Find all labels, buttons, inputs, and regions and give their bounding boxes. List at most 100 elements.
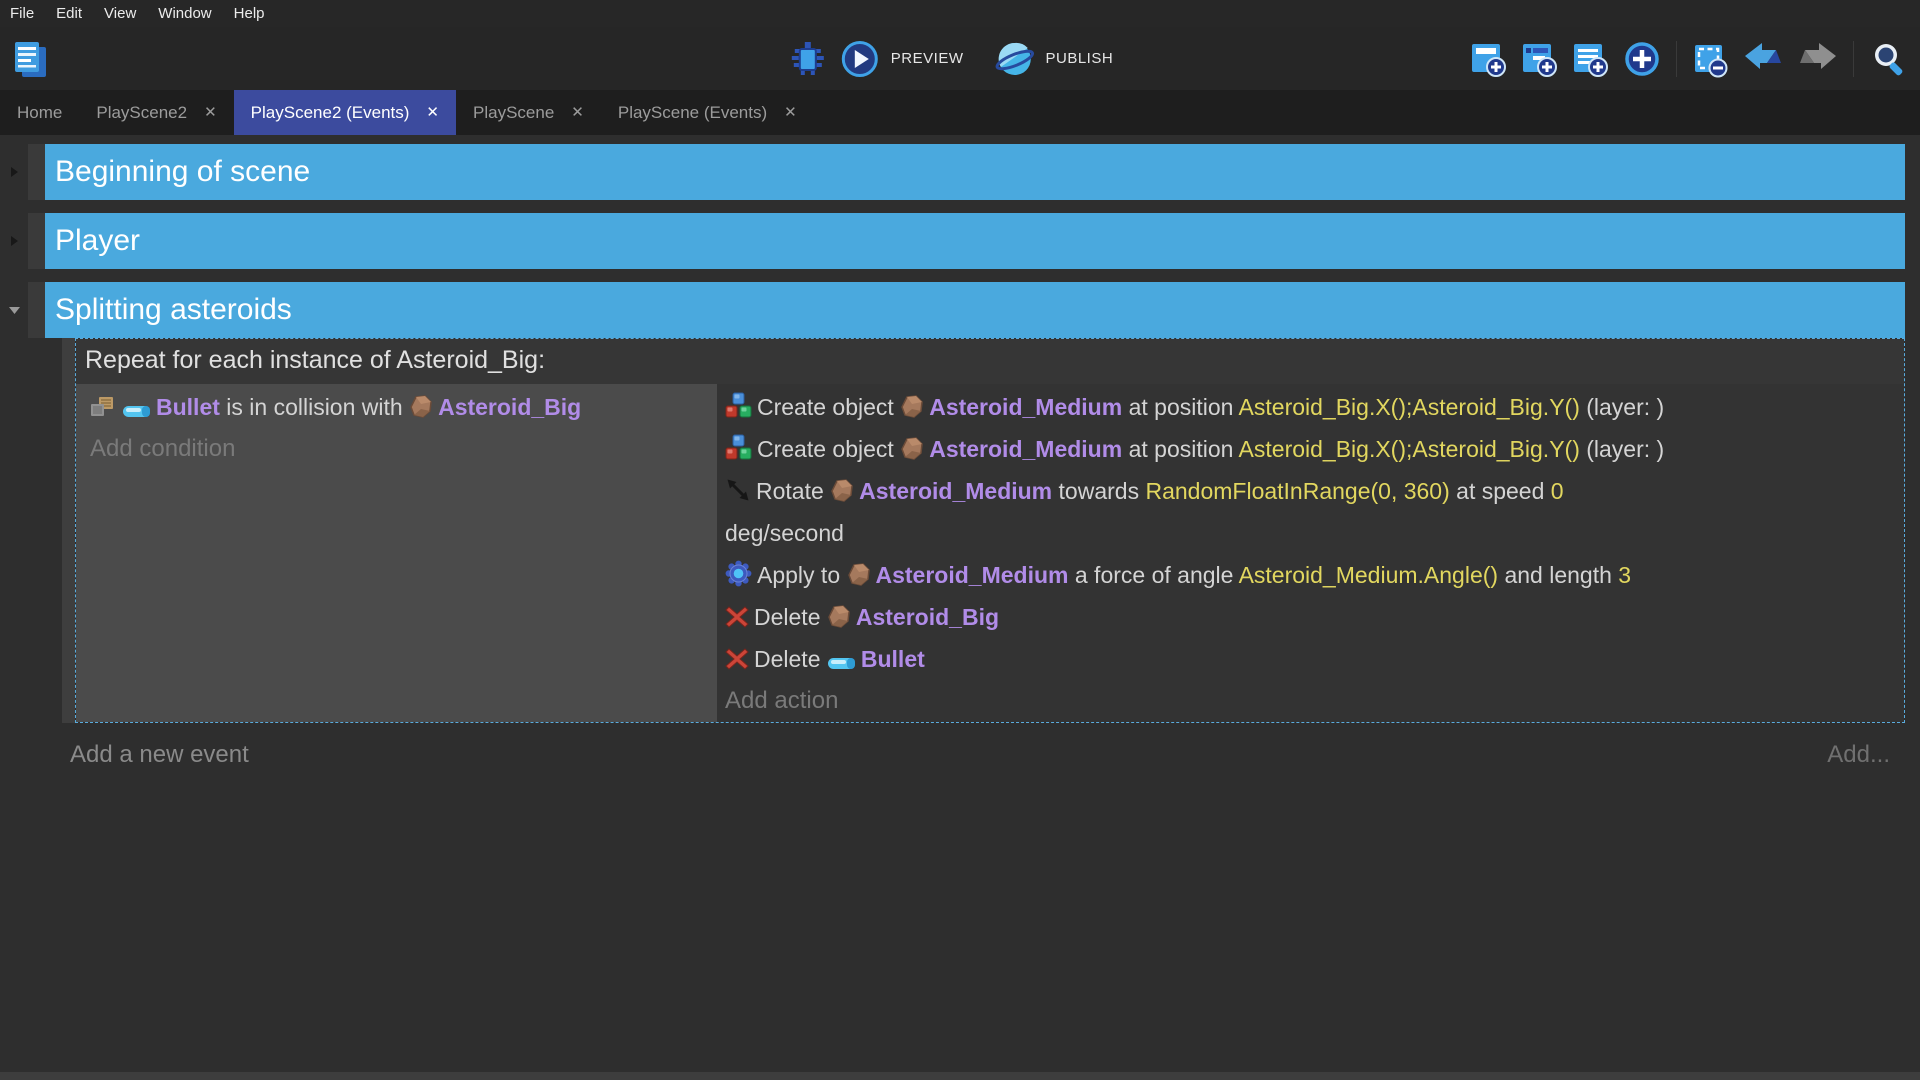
event-group-splitting-asteroids: Splitting asteroids: [0, 282, 1905, 338]
text-segment: Asteroid_Big: [438, 394, 581, 420]
action-row[interactable]: Apply to Asteroid_Medium a force of angl…: [717, 554, 1904, 596]
sub-event-spacer: [0, 338, 62, 723]
tab-label: PlayScene (Events): [618, 103, 767, 123]
sub-event-row: Repeat for each instance of Asteroid_Big…: [0, 338, 1905, 723]
text-segment: Asteroid_Medium: [929, 436, 1122, 462]
menu-bar: FileEditViewWindowHelp: [0, 0, 1920, 27]
text-segment: (layer: ): [1580, 436, 1664, 462]
text-segment: 0: [1551, 478, 1564, 504]
add-circle-icon[interactable]: [1620, 37, 1664, 81]
preview-play-icon[interactable]: [838, 37, 882, 81]
close-icon[interactable]: ✕: [426, 105, 439, 120]
group-bar-title[interactable]: Splitting asteroids: [45, 282, 1905, 338]
asteroid-icon: [900, 395, 924, 419]
project-manager-icon[interactable]: [8, 37, 52, 81]
delete-icon: [725, 647, 749, 671]
close-icon[interactable]: ✕: [204, 105, 217, 120]
tab-bar: HomePlayScene2✕PlayScene2 (Events)✕PlayS…: [0, 90, 1920, 135]
text-segment: at speed: [1450, 478, 1551, 504]
tab-home[interactable]: Home: [0, 90, 79, 135]
menu-item-view[interactable]: View: [93, 3, 147, 24]
tab-playscene2-events[interactable]: PlayScene2 (Events)✕: [234, 90, 456, 135]
toolbar-right: [1467, 37, 1920, 81]
group-bar-title[interactable]: Player: [45, 213, 1905, 269]
text-segment: deg/second: [725, 520, 844, 546]
sub-event-indent: [62, 338, 75, 723]
close-icon[interactable]: ✕: [571, 105, 584, 120]
text-segment: towards: [1052, 478, 1145, 504]
triangle-down-icon[interactable]: [0, 282, 28, 338]
text-segment: Asteroid_Medium: [859, 478, 1052, 504]
action-row[interactable]: Create object Asteroid_Medium at positio…: [717, 428, 1904, 470]
text-segment: RandomFloatInRange(0, 360): [1145, 478, 1449, 504]
text-segment: and length: [1498, 562, 1618, 588]
text-segment: Delete: [754, 604, 827, 630]
text-segment: (layer: ): [1580, 394, 1664, 420]
repeat-event-header[interactable]: Repeat for each instance of Asteroid_Big…: [76, 339, 1904, 384]
text-segment: a force of angle: [1068, 562, 1238, 588]
search-icon[interactable]: [1866, 37, 1912, 81]
triangle-right-icon[interactable]: [0, 144, 28, 200]
text-segment: Bullet: [156, 394, 220, 420]
tab-label: PlayScene: [473, 103, 554, 123]
tab-label: Home: [17, 103, 62, 123]
toolbar-separator: [1853, 41, 1854, 77]
menu-item-help[interactable]: Help: [223, 3, 276, 24]
text-segment: Asteroid_Medium.Angle(): [1239, 562, 1499, 588]
conditions-column: Bullet is in collision with Asteroid_Big…: [76, 384, 717, 722]
close-icon[interactable]: ✕: [784, 105, 797, 120]
add-subevent-icon[interactable]: [1518, 38, 1560, 80]
event-group-player: Player: [0, 213, 1905, 269]
add-action-button[interactable]: Add action: [717, 680, 1904, 722]
publish-button[interactable]: PUBLISH: [1045, 50, 1113, 67]
group-indent: [28, 144, 45, 200]
action-row[interactable]: Delete Asteroid_Big: [717, 596, 1904, 638]
debug-icon[interactable]: [787, 38, 829, 80]
text-segment: Asteroid_Big: [856, 604, 999, 630]
text-segment: Create object: [757, 436, 900, 462]
repeat-event-selected[interactable]: Repeat for each instance of Asteroid_Big…: [75, 338, 1905, 723]
group-bar-title[interactable]: Beginning of scene: [45, 144, 1905, 200]
preview-button[interactable]: PREVIEW: [891, 50, 964, 67]
action-row[interactable]: Rotate Asteroid_Medium towards RandomFlo…: [717, 470, 1904, 554]
tab-playscene[interactable]: PlayScene ✕: [456, 90, 601, 135]
condition-row[interactable]: Bullet is in collision with Asteroid_Big: [76, 386, 717, 428]
text-segment: Rotate: [756, 478, 830, 504]
events-sheet: Beginning of scene Player Splitting aste…: [0, 135, 1920, 769]
add-comment-icon[interactable]: [1569, 38, 1611, 80]
text-segment: Asteroid_Medium: [876, 562, 1069, 588]
undo-icon[interactable]: [1740, 38, 1786, 80]
force-icon: [725, 560, 752, 587]
text-segment: Asteroid_Medium: [929, 394, 1122, 420]
delete-icon: [725, 605, 749, 629]
text-segment: at position: [1122, 394, 1238, 420]
add-event-icon[interactable]: [1467, 38, 1509, 80]
triangle-right-icon[interactable]: [0, 213, 28, 269]
add-condition-button[interactable]: Add condition: [76, 428, 717, 470]
asteroid-icon: [409, 395, 433, 419]
add-new-event-button[interactable]: Add a new event: [70, 741, 249, 769]
tab-label: PlayScene2: [96, 103, 187, 123]
text-segment: at position: [1122, 436, 1238, 462]
text-segment: Asteroid_Big.X();Asteroid_Big.Y(): [1239, 394, 1580, 420]
rotate-icon: [725, 477, 751, 503]
publish-globe-icon[interactable]: [992, 37, 1036, 81]
action-row[interactable]: Create object Asteroid_Medium at positio…: [717, 386, 1904, 428]
text-segment: is in collision with: [220, 394, 409, 420]
horizontal-scrollbar[interactable]: [0, 1072, 1920, 1080]
tab-playscene2[interactable]: PlayScene2 ✕: [79, 90, 233, 135]
group-indent: [28, 282, 45, 338]
action-row[interactable]: Delete Bullet: [717, 638, 1904, 680]
tab-playscene-events[interactable]: PlayScene (Events) ✕: [601, 90, 814, 135]
add-dropdown-button[interactable]: Add...: [1827, 741, 1890, 769]
actions-column: Create object Asteroid_Medium at positio…: [717, 384, 1904, 722]
redo-icon[interactable]: [1795, 38, 1841, 80]
remove-selection-icon[interactable]: [1689, 38, 1731, 80]
menu-item-edit[interactable]: Edit: [45, 3, 93, 24]
menu-item-window[interactable]: Window: [147, 3, 222, 24]
collision-icon: [90, 396, 117, 419]
bullet-icon: [827, 656, 856, 671]
menu-item-file[interactable]: File: [10, 3, 45, 24]
text-segment: 3: [1618, 562, 1631, 588]
text-segment: Bullet: [861, 646, 925, 672]
